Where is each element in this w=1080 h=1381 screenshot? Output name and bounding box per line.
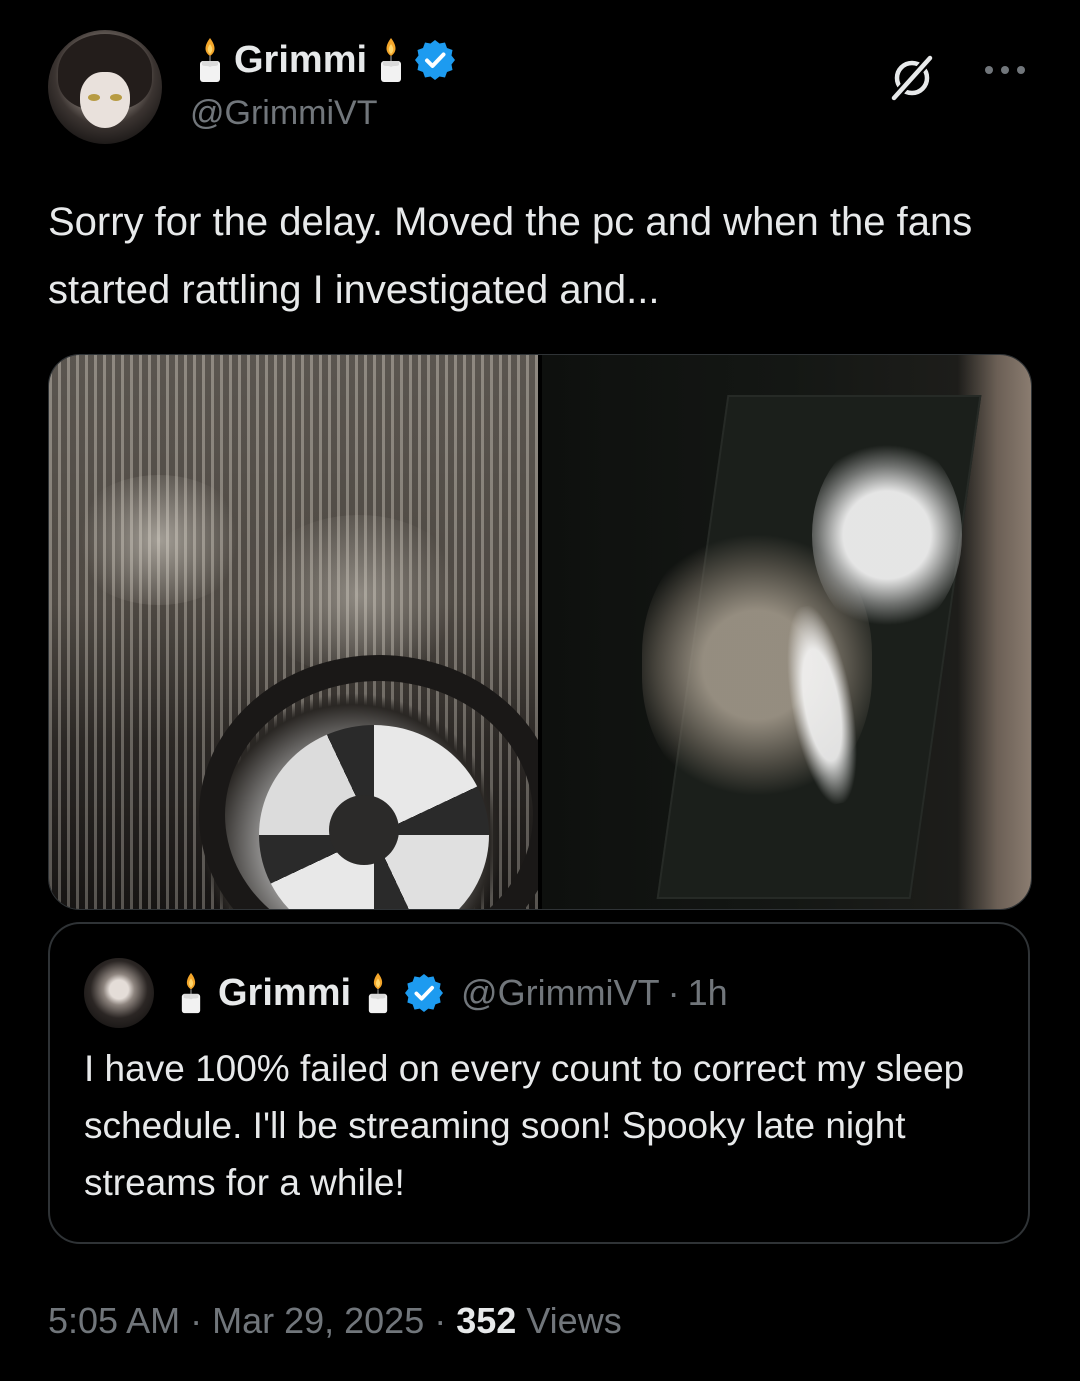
quoted-author-name[interactable]: Grimmi	[218, 972, 351, 1015]
separator-dot: ·	[667, 972, 680, 1013]
quoted-author-avatar[interactable]	[84, 958, 154, 1028]
dust-patch	[69, 475, 249, 605]
avatar-eye	[110, 94, 122, 101]
white-powder	[812, 435, 962, 635]
verified-badge-icon[interactable]	[415, 40, 456, 80]
author-handle[interactable]: @GrimmiVT	[190, 94, 377, 133]
author-avatar[interactable]	[48, 30, 162, 144]
author-name[interactable]: Grimmi	[234, 39, 367, 82]
separator-dot: ·	[424, 1300, 457, 1341]
avatar-face	[80, 72, 130, 128]
post-date[interactable]: Mar 29, 2025	[212, 1300, 424, 1342]
candle-icon	[200, 38, 220, 82]
candle-icon	[368, 972, 388, 1014]
tweet-meta: 5:05 AM · Mar 29, 2025 · 352 Views	[48, 1296, 622, 1346]
quoted-tweet[interactable]: Grimmi @GrimmiVT · 1h I have 100% failed…	[48, 922, 1030, 1244]
post-time[interactable]: 5:05 AM	[48, 1300, 180, 1342]
author-name-row[interactable]: Grimmi	[196, 34, 456, 86]
media-grid	[48, 354, 1032, 910]
dusty-case-panel-photo[interactable]	[542, 355, 1031, 909]
dust-patch	[249, 515, 469, 675]
dusty-radiator-fan-photo[interactable]	[49, 355, 559, 909]
more-options-icon[interactable]	[982, 60, 1028, 80]
views-count[interactable]: 352	[456, 1300, 516, 1342]
quoted-timestamp[interactable]: 1h	[688, 972, 728, 1014]
grok-icon[interactable]	[884, 50, 940, 106]
views-label: Views	[516, 1300, 622, 1341]
fan-hub	[329, 795, 399, 865]
separator-dot: ·	[180, 1300, 213, 1341]
tweet-text: Sorry for the delay. Moved the pc and wh…	[48, 200, 973, 312]
quoted-author-handle[interactable]: @GrimmiVT	[461, 972, 660, 1014]
quoted-author-row: Grimmi @GrimmiVT · 1h	[178, 966, 728, 1020]
quoted-tweet-text: I have 100% failed on every count to cor…	[84, 1048, 965, 1203]
candle-icon	[181, 972, 201, 1014]
avatar-eye	[88, 94, 100, 101]
verified-badge-icon[interactable]	[405, 974, 444, 1012]
candle-icon	[381, 38, 402, 82]
